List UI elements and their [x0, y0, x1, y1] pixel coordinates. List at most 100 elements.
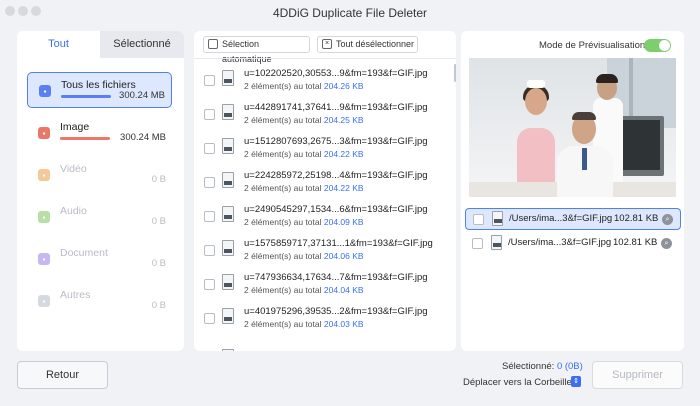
category-size: 0 B [151, 258, 166, 269]
file-count: 2 élément(s) au total [244, 251, 322, 261]
document-icon: ▪ [38, 253, 50, 265]
row-checkbox[interactable] [204, 75, 215, 86]
back-button[interactable]: Retour [17, 361, 108, 389]
auto-select-button[interactable]: Sélection automatique [203, 36, 310, 64]
file-size: 204.09 KB [323, 217, 364, 227]
category-size: 300.24 MB [119, 90, 165, 101]
preview-shape [582, 148, 587, 170]
file-meta: 2 élément(s) au total 204.04 KB [244, 285, 364, 295]
file-name: u=2490545297,1534...6&fm=193&f=GIF.jpg [244, 204, 428, 215]
row-checkbox[interactable] [472, 238, 483, 249]
file-count: 2 élément(s) au total [244, 149, 322, 159]
file-size: 204.22 KB [323, 183, 364, 193]
row-checkbox[interactable] [204, 143, 215, 154]
image-preview [469, 58, 676, 197]
file-name: u=1512807693,2675...3&fm=193&f=GIF.jpg [244, 136, 428, 147]
jpg-file-icon [222, 274, 234, 290]
image-icon: ▪ [38, 127, 50, 139]
file-group-row[interactable]: u=2490545297,1534...6&fm=193&f=GIF.jpg 2… [194, 200, 449, 234]
file-count: 2 élément(s) au total [244, 285, 322, 295]
category-document[interactable]: ▪ Document 0 B [27, 241, 172, 277]
reveal-in-finder-icon[interactable]: ⌕ [661, 238, 672, 249]
reveal-in-finder-icon[interactable]: ⌕ [662, 214, 673, 225]
preview-mode-toggle[interactable] [644, 39, 671, 52]
jpg-file-icon [492, 211, 503, 226]
deselect-all-button[interactable]: × Tout désélectionner [317, 36, 418, 53]
file-count: 2 élément(s) au total [244, 183, 322, 193]
category-all-files[interactable]: ▪ Tous les fichiers 300.24 MB [27, 72, 172, 108]
delete-button[interactable]: Supprimer [592, 361, 683, 389]
category-label: Audio [60, 205, 87, 217]
duplicate-file-row[interactable]: /Users/ima...3&f=GIF.jpg 102.81 KB ⌕ [465, 208, 681, 230]
jpg-file-icon [222, 104, 234, 120]
category-label: Image [60, 121, 90, 133]
jpg-file-icon [222, 138, 234, 154]
preview-mode-label: Mode de Prévisualisation [539, 40, 646, 51]
chevron-updown-icon[interactable]: ⇕ [571, 376, 581, 387]
file-size: 204.22 KB [323, 149, 364, 159]
row-checkbox[interactable] [204, 211, 215, 222]
preview-shape [525, 88, 547, 115]
file-group-row[interactable]: u=1575859717,37131...1&fm=193&f=GIF.jpg … [194, 234, 449, 268]
file-meta: 2 élément(s) au total 204.22 KB [244, 149, 364, 159]
row-checkbox[interactable] [204, 279, 215, 290]
selected-value: 0 (0B) [556, 361, 583, 372]
file-group-row-partial[interactable] [194, 343, 449, 351]
file-path: /Users/ima...3&f=GIF.jpg [508, 237, 612, 248]
category-video[interactable]: ▪ Vidéo 0 B [27, 157, 172, 193]
tab-selected[interactable]: Sélectionné [100, 31, 184, 58]
list-scrollbar[interactable] [454, 64, 456, 82]
duplicate-file-row[interactable]: /Users/ima...3&f=GIF.jpg 102.81 KB ⌕ [465, 233, 681, 255]
jpg-file-icon [491, 235, 502, 250]
category-label: Autres [60, 289, 91, 301]
row-checkbox[interactable] [473, 214, 484, 225]
preview-shape [572, 112, 596, 120]
app-window: 4DDiG Duplicate File Deleter Tout Sélect… [0, 0, 700, 406]
window-title: 4DDiG Duplicate File Deleter [272, 6, 428, 20]
file-meta: 2 élément(s) au total 204.26 KB [244, 81, 364, 91]
preview-shape [527, 80, 545, 88]
jpg-file-icon [222, 70, 234, 86]
file-group-row[interactable]: u=102202520,30553...9&fm=193&f=GIF.jpg 2… [194, 64, 449, 98]
auto-select-label: Sélection automatique [222, 39, 272, 64]
jpg-file-icon [222, 240, 234, 256]
jpg-file-icon [222, 349, 234, 351]
file-size: 204.25 KB [323, 115, 364, 125]
row-checkbox[interactable] [204, 245, 215, 256]
file-size: 204.04 KB [323, 285, 364, 295]
file-name: u=224285972,25198...4&fm=193&f=GIF.jpg [244, 170, 428, 181]
folder-icon: ▪ [39, 85, 51, 97]
auto-select-icon [208, 39, 218, 49]
file-group-row[interactable]: u=442891741,37641...9&fm=193&f=GIF.jpg 2… [194, 98, 449, 132]
file-size: 204.06 KB [323, 251, 364, 261]
category-progress-bar [60, 137, 110, 140]
preview-shape [596, 74, 618, 83]
tab-all[interactable]: Tout [17, 31, 100, 58]
file-name: u=1575859717,37131...1&fm=193&f=GIF.jpg [244, 238, 433, 249]
duplicate-groups-panel: Sélection automatique × Tout désélection… [194, 31, 456, 351]
file-name: u=102202520,30553...9&fm=193&f=GIF.jpg [244, 68, 428, 79]
category-audio[interactable]: ▪ Audio 0 B [27, 199, 172, 235]
file-group-row[interactable]: u=747936634,17634...7&fm=193&f=GIF.jpg 2… [194, 268, 449, 302]
file-count: 2 élément(s) au total [244, 81, 322, 91]
selected-summary: Sélectionné: 0 (0B) [502, 361, 583, 372]
title-bar: 4DDiG Duplicate File Deleter [0, 0, 700, 26]
category-image[interactable]: ▪ Image 300.24 MB [27, 115, 172, 151]
category-other[interactable]: ▪ Autres 0 B [27, 283, 172, 319]
row-checkbox[interactable] [204, 313, 215, 324]
file-name: u=442891741,37641...9&fm=193&f=GIF.jpg [244, 102, 428, 113]
row-checkbox[interactable] [204, 109, 215, 120]
file-meta: 2 élément(s) au total 204.06 KB [244, 251, 364, 261]
audio-icon: ▪ [38, 211, 50, 223]
category-size: 0 B [151, 300, 166, 311]
jpg-file-icon [222, 308, 234, 324]
file-meta: 2 élément(s) au total 204.09 KB [244, 217, 364, 227]
file-name: u=401975296,39535...2&fm=193&f=GIF.jpg [244, 306, 428, 317]
file-group-row[interactable]: u=1512807693,2675...3&fm=193&f=GIF.jpg 2… [194, 132, 449, 166]
file-group-row[interactable]: u=224285972,25198...4&fm=193&f=GIF.jpg 2… [194, 166, 449, 200]
row-checkbox[interactable] [204, 177, 215, 188]
toolbar-divider [194, 58, 456, 59]
file-count: 2 élément(s) au total [244, 319, 322, 329]
file-path: /Users/ima...3&f=GIF.jpg [509, 213, 613, 224]
file-group-row[interactable]: u=401975296,39535...2&fm=193&f=GIF.jpg 2… [194, 302, 449, 336]
